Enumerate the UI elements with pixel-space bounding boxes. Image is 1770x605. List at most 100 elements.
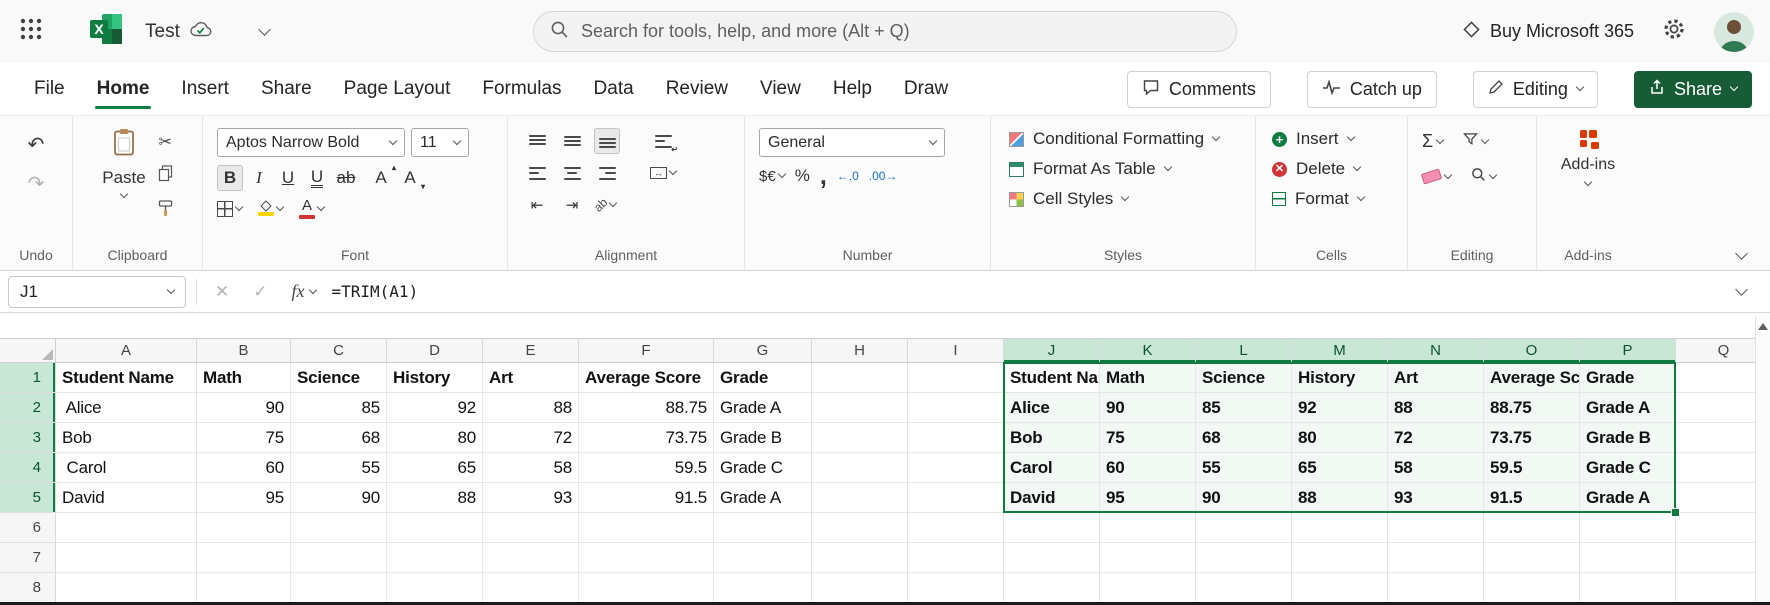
cell-L5[interactable]: 90 xyxy=(1196,483,1292,513)
cell-B5[interactable]: 95 xyxy=(197,483,291,513)
row-header-8[interactable]: 8 xyxy=(0,573,56,603)
cell-J4[interactable]: Carol xyxy=(1004,453,1100,483)
catch-up-button[interactable]: Catch up xyxy=(1307,71,1437,108)
cell-O2[interactable]: 88.75 xyxy=(1484,393,1580,423)
search-bar[interactable] xyxy=(533,11,1237,52)
cell-P4[interactable]: Grade C xyxy=(1580,453,1676,483)
cell-H3[interactable] xyxy=(812,423,908,453)
cut-icon[interactable]: ✂ xyxy=(159,132,172,152)
user-avatar[interactable] xyxy=(1714,12,1754,52)
cancel-entry-icon[interactable]: ✕ xyxy=(215,282,229,302)
cell-A3[interactable]: Bob xyxy=(56,423,197,453)
cell-G3[interactable]: Grade B xyxy=(714,423,812,453)
cell-E2[interactable]: 88 xyxy=(483,393,579,423)
tab-review[interactable]: Review xyxy=(650,63,744,115)
cell-I1[interactable] xyxy=(908,363,1004,393)
column-header-F[interactable]: F xyxy=(579,338,714,363)
app-launcher-icon[interactable] xyxy=(14,12,48,51)
tab-formulas[interactable]: Formulas xyxy=(466,63,577,115)
cell-O7[interactable] xyxy=(1484,543,1580,573)
cell-G4[interactable]: Grade C xyxy=(714,453,812,483)
row-header-2[interactable]: 2 xyxy=(0,393,56,423)
bottom-align-button[interactable] xyxy=(594,128,620,154)
cell-C1[interactable]: Science xyxy=(291,363,387,393)
column-header-O[interactable]: O xyxy=(1484,338,1580,363)
cell-O8[interactable] xyxy=(1484,573,1580,603)
cell-E7[interactable] xyxy=(483,543,579,573)
cell-E3[interactable]: 72 xyxy=(483,423,579,453)
cell-A7[interactable] xyxy=(56,543,197,573)
cell-I4[interactable] xyxy=(908,453,1004,483)
cell-M6[interactable] xyxy=(1292,513,1388,543)
cell-N6[interactable] xyxy=(1388,513,1484,543)
cell-J6[interactable] xyxy=(1004,513,1100,543)
cell-K6[interactable] xyxy=(1100,513,1196,543)
cell-M3[interactable]: 80 xyxy=(1292,423,1388,453)
cell-K8[interactable] xyxy=(1100,573,1196,603)
top-align-button[interactable] xyxy=(524,128,550,154)
cell-G6[interactable] xyxy=(714,513,812,543)
cell-I7[interactable] xyxy=(908,543,1004,573)
column-header-C[interactable]: C xyxy=(291,338,387,363)
row-header-5[interactable]: 5 xyxy=(0,483,56,513)
cell-B1[interactable]: Math xyxy=(197,363,291,393)
cell-P7[interactable] xyxy=(1580,543,1676,573)
cell-P5[interactable]: Grade A xyxy=(1580,483,1676,513)
cell-J8[interactable] xyxy=(1004,573,1100,603)
cell-D1[interactable]: History xyxy=(387,363,483,393)
format-cells-button[interactable]: Format xyxy=(1272,189,1407,209)
font-size-combobox[interactable]: 11 xyxy=(411,128,469,157)
cell-B2[interactable]: 90 xyxy=(197,393,291,423)
number-format-combobox[interactable]: General xyxy=(759,128,945,157)
strikethrough-button[interactable]: ab xyxy=(333,165,359,191)
align-left-button[interactable] xyxy=(524,160,550,186)
name-box[interactable]: J1 xyxy=(8,276,186,308)
column-header-K[interactable]: K xyxy=(1100,338,1196,363)
cell-N7[interactable] xyxy=(1388,543,1484,573)
column-header-N[interactable]: N xyxy=(1388,338,1484,363)
cell-F1[interactable]: Average Score xyxy=(579,363,714,393)
scroll-up-arrow-icon[interactable] xyxy=(1758,323,1768,330)
tab-share[interactable]: Share xyxy=(245,63,328,115)
row-header-7[interactable]: 7 xyxy=(0,543,56,573)
cell-E1[interactable]: Art xyxy=(483,363,579,393)
sort-filter-button[interactable] xyxy=(1463,131,1488,152)
column-header-I[interactable]: I xyxy=(908,338,1004,363)
format-as-table-button[interactable]: Format As Table xyxy=(1009,159,1255,179)
cell-K4[interactable]: 60 xyxy=(1100,453,1196,483)
conditional-formatting-button[interactable]: Conditional Formatting xyxy=(1009,129,1255,149)
copy-icon[interactable] xyxy=(158,165,173,187)
cell-A8[interactable] xyxy=(56,573,197,603)
cell-M4[interactable]: 65 xyxy=(1292,453,1388,483)
decrease-indent-button[interactable]: ⇤ xyxy=(524,192,550,218)
bold-button[interactable]: B xyxy=(217,165,243,191)
underline-button[interactable]: U xyxy=(275,165,301,191)
document-title[interactable]: Test xyxy=(145,21,180,43)
cell-P8[interactable] xyxy=(1580,573,1676,603)
fill-color-button[interactable] xyxy=(258,202,283,216)
buy-microsoft-365-button[interactable]: Buy Microsoft 365 xyxy=(1462,20,1634,44)
delete-cells-button[interactable]: ✕ Delete xyxy=(1272,159,1407,179)
add-ins-icon[interactable] xyxy=(1580,130,1597,147)
format-painter-icon[interactable] xyxy=(158,200,173,222)
cell-N2[interactable]: 88 xyxy=(1388,393,1484,423)
cell-M1[interactable]: History xyxy=(1292,363,1388,393)
cell-H6[interactable] xyxy=(812,513,908,543)
tab-draw[interactable]: Draw xyxy=(888,63,964,115)
cell-F5[interactable]: 91.5 xyxy=(579,483,714,513)
cell-I5[interactable] xyxy=(908,483,1004,513)
cell-G8[interactable] xyxy=(714,573,812,603)
cell-styles-button[interactable]: Cell Styles xyxy=(1009,189,1255,209)
cell-F2[interactable]: 88.75 xyxy=(579,393,714,423)
add-ins-button[interactable]: Add-ins xyxy=(1561,156,1615,174)
cell-L2[interactable]: 85 xyxy=(1196,393,1292,423)
cell-E4[interactable]: 58 xyxy=(483,453,579,483)
cell-C7[interactable] xyxy=(291,543,387,573)
cell-E5[interactable]: 93 xyxy=(483,483,579,513)
title-chevron-down-icon[interactable] xyxy=(258,23,271,36)
cell-A4[interactable]: Carol xyxy=(56,453,197,483)
cell-J3[interactable]: Bob xyxy=(1004,423,1100,453)
cell-H7[interactable] xyxy=(812,543,908,573)
row-header-6[interactable]: 6 xyxy=(0,513,56,543)
settings-gear-icon[interactable] xyxy=(1662,17,1686,46)
